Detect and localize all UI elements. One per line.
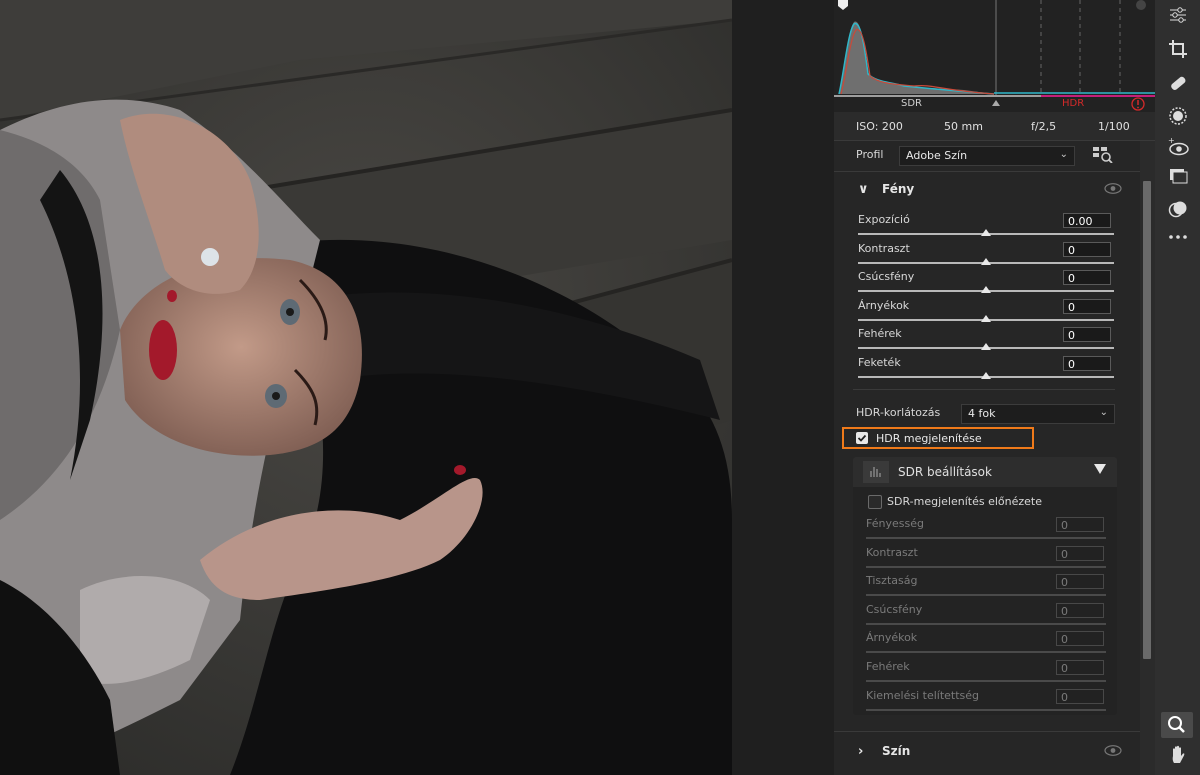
histogram: SDR HDR (834, 0, 1155, 112)
right-toolbar: + (1155, 0, 1200, 775)
shutter-speed: 1/100 (1098, 120, 1130, 133)
hdr-limit-select[interactable]: 4 fok ⌄ (961, 404, 1115, 424)
sdr-slider-track[interactable] (866, 651, 1106, 654)
check-icon (857, 434, 867, 442)
sdr-slider-value[interactable]: 0 (1056, 517, 1104, 532)
scrollbar-thumb[interactable] (1143, 181, 1151, 659)
color-section-title: Szín (882, 744, 911, 758)
sdr-slider-track[interactable] (866, 708, 1106, 711)
light-slider-handle[interactable] (981, 286, 991, 294)
sdr-slider-label: Kiemelési telítettség (866, 688, 980, 702)
more-icon[interactable] (1167, 226, 1189, 248)
hdr-label: HDR (1062, 98, 1085, 109)
sdr-slider-track[interactable] (866, 565, 1106, 568)
expand-chevron-icon: › (858, 744, 864, 759)
edit-sliders-icon[interactable] (1167, 4, 1189, 26)
sdr-preview-label: SDR-megjelenítés előnézete (887, 495, 1042, 508)
settings-scroll-area: Profil Adobe Szín ⌄ ∨ Fény Expozíció 0.00… (834, 141, 1140, 775)
canvas-gutter (732, 0, 834, 775)
sdr-slider-value[interactable]: 0 (1056, 631, 1104, 647)
collapse-triangle-icon[interactable] (1094, 464, 1106, 474)
panel-scrollbar[interactable] (1140, 141, 1155, 775)
collapse-chevron-icon: ∨ (858, 182, 869, 197)
light-slider-label: Feketék (858, 356, 901, 369)
histogram-graph (834, 0, 1155, 111)
presets-icon[interactable] (1167, 198, 1189, 220)
edit-panel: SDR HDR ISO: 200 50 mm f/2,5 1/100 Profi… (834, 0, 1155, 775)
hdr-limit-value: 4 fok (968, 407, 996, 420)
chevron-down-icon: ⌄ (1099, 407, 1108, 418)
sdr-slider-label: Árnyékok (866, 631, 918, 645)
camera-info: ISO: 200 50 mm f/2,5 1/100 (834, 112, 1155, 141)
aperture: f/2,5 (1031, 120, 1057, 133)
light-slider-value[interactable]: 0 (1063, 356, 1111, 371)
light-slider-handle[interactable] (981, 229, 991, 236)
portrait-photo (0, 0, 732, 775)
hdr-display-label: HDR megjelenítése (876, 432, 982, 445)
sdr-settings-header[interactable]: SDR beállítások (853, 457, 1117, 487)
sdr-preview-checkbox[interactable] (868, 495, 882, 509)
hdr-display-checkbox[interactable] (856, 432, 868, 444)
hdr-display-highlight: HDR megjelenítése (842, 427, 1034, 449)
profile-label: Profil (856, 148, 884, 161)
light-slider-handle[interactable] (981, 314, 991, 322)
crop-icon[interactable] (1167, 38, 1189, 60)
masking-icon[interactable] (1167, 105, 1189, 127)
profile-select[interactable]: Adobe Szín ⌄ (899, 146, 1075, 166)
visibility-eye-icon[interactable] (1104, 745, 1122, 756)
light-slider-label: Csúcsfény (858, 270, 915, 284)
sdr-slider-label: Fényesség (866, 517, 924, 530)
light-slider-value[interactable]: 0 (1063, 270, 1111, 286)
visibility-eye-icon[interactable] (1104, 183, 1122, 194)
profile-value: Adobe Szín (906, 149, 968, 162)
clipping-warning-icon[interactable] (1132, 96, 1146, 110)
sdr-slider-track[interactable] (866, 622, 1106, 625)
light-slider-value[interactable]: 0 (1063, 298, 1111, 314)
sdr-slider-label: Fehérek (866, 660, 910, 673)
sdr-slider-label: Kontraszt (866, 545, 918, 559)
zoom-icon[interactable] (1161, 712, 1193, 738)
light-slider-handle[interactable] (981, 343, 991, 351)
sdr-slider-track[interactable] (866, 537, 1106, 539)
chevron-down-icon: ⌄ (1059, 149, 1068, 160)
sdr-slider-value[interactable]: 0 (1056, 602, 1104, 618)
sdr-slider-track[interactable] (866, 680, 1106, 682)
color-section-header[interactable]: › Szín (834, 737, 1140, 767)
sdr-settings-title: SDR beállítások (898, 465, 992, 479)
sdr-label: SDR (901, 98, 922, 109)
sdr-slider-value[interactable]: 0 (1056, 660, 1104, 675)
sdr-slider-value[interactable]: 0 (1056, 688, 1104, 704)
sdr-slider-track[interactable] (866, 594, 1106, 597)
hand-icon[interactable] (1167, 744, 1189, 766)
sdr-slider-label: Tisztaság (866, 574, 918, 588)
hdr-limit-label: HDR-korlátozás (856, 406, 941, 419)
light-slider-handle[interactable] (981, 257, 991, 265)
sdr-histogram-icon (863, 461, 889, 483)
sdr-slider-value[interactable]: 0 (1056, 574, 1104, 590)
light-slider-label: Fehérek (858, 327, 902, 341)
light-slider-label: Expozíció (858, 213, 910, 226)
healing-icon[interactable] (1167, 72, 1189, 94)
profile-browser-icon[interactable] (1092, 145, 1114, 164)
light-slider-value[interactable]: 0 (1063, 241, 1111, 257)
light-section-title: Fény (882, 182, 915, 196)
iso-value: ISO: 200 (856, 120, 903, 133)
sdr-slider-value[interactable]: 0 (1056, 545, 1104, 561)
snapshots-icon[interactable] (1167, 165, 1189, 187)
light-slider-label: Árnyékok (858, 298, 910, 312)
photo-canvas[interactable] (0, 0, 732, 775)
svg-text:+: + (1168, 137, 1175, 145)
light-slider-label: Kontraszt (858, 241, 910, 255)
light-section-header[interactable]: ∨ Fény (834, 175, 1140, 205)
sdr-settings-panel: SDR beállítások SDR-megjelenítés előnéze… (853, 457, 1117, 715)
light-slider-handle[interactable] (981, 372, 991, 379)
light-slider-value[interactable]: 0 (1063, 327, 1111, 343)
light-slider-value[interactable]: 0.00 (1063, 213, 1111, 228)
red-eye-icon[interactable]: + (1167, 136, 1189, 159)
sdr-slider-label: Csúcsfény (866, 602, 923, 616)
focal-length: 50 mm (944, 120, 983, 133)
